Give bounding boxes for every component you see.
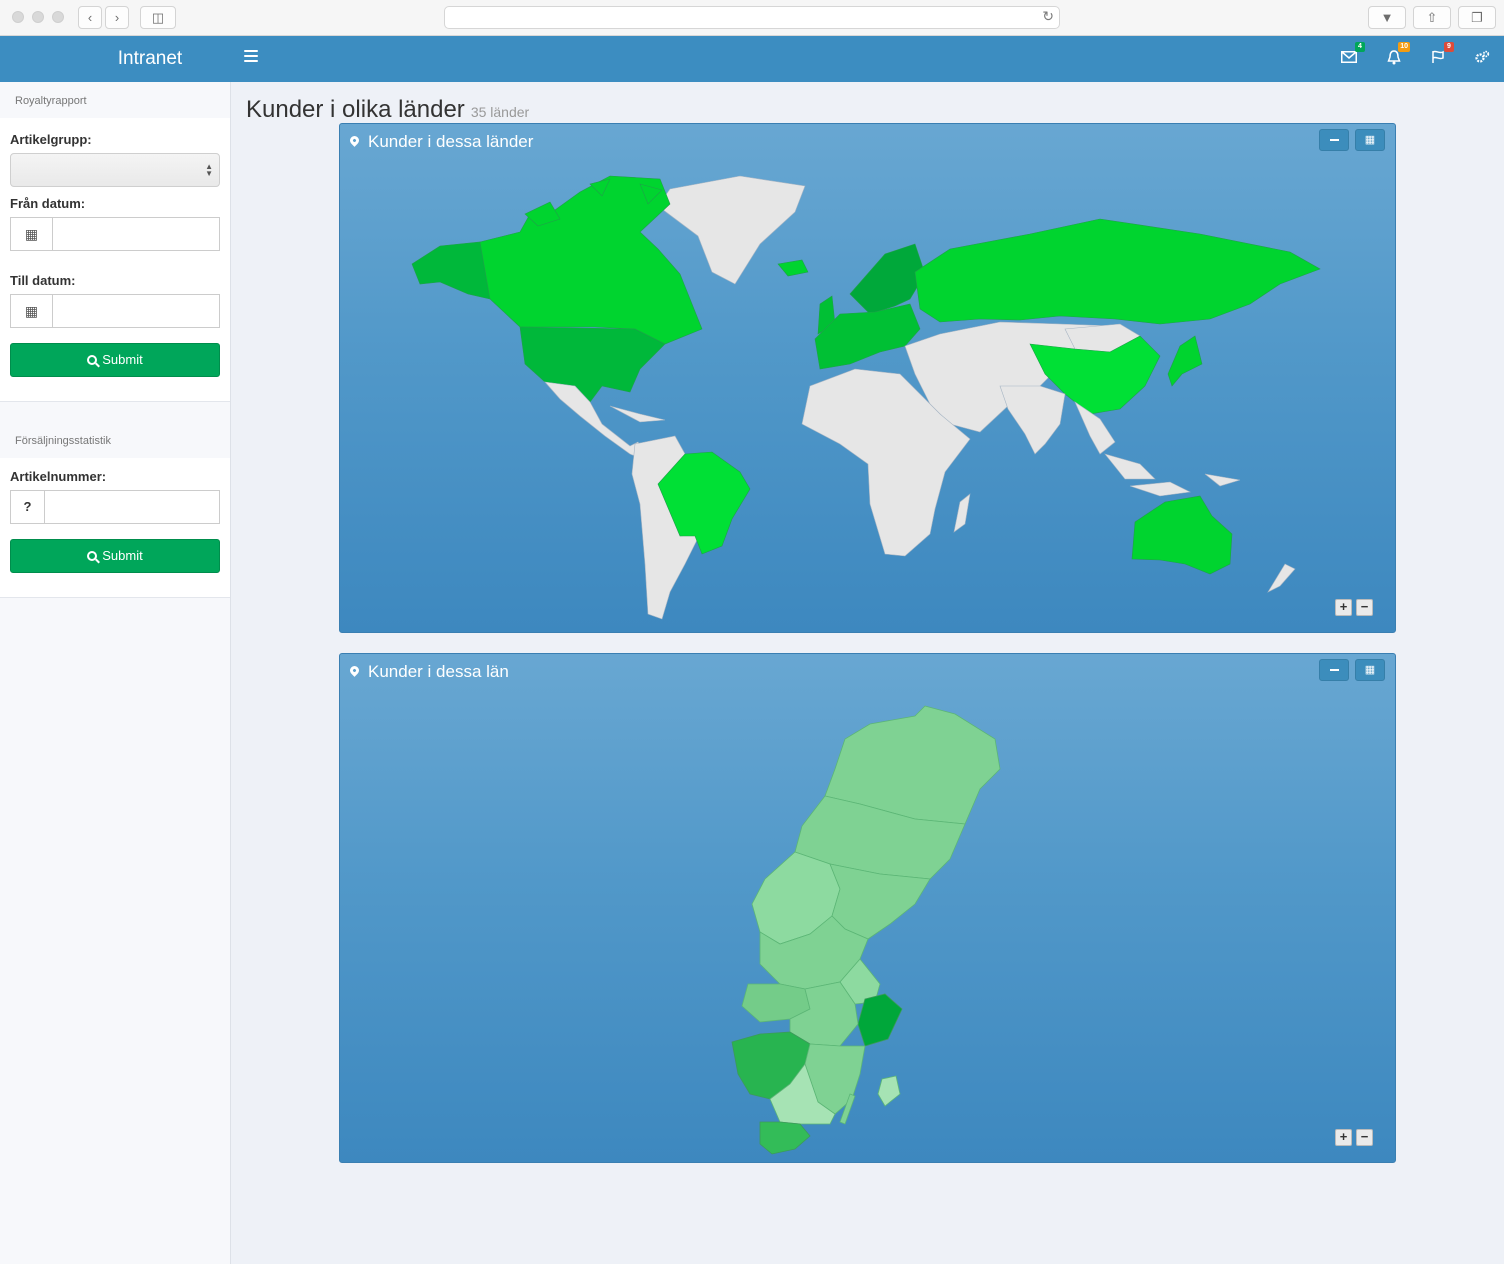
- share-icon[interactable]: ⇧: [1413, 6, 1451, 29]
- sales-section-heading: Försäljningsstatistik: [0, 422, 230, 458]
- page-title: Kunder i olika länder 35 länder: [246, 96, 530, 123]
- minus-icon: [1329, 669, 1339, 672]
- question-addon: ?: [10, 490, 44, 524]
- sales-submit-button[interactable]: Submit: [10, 539, 220, 573]
- county-skane: [759, 1121, 811, 1155]
- country-russia: [914, 218, 1321, 325]
- browser-toolbar: ‹ › ◫ ↻ ▼ ⇧ ❐: [0, 0, 1504, 36]
- window-maximize-dot[interactable]: [52, 11, 64, 23]
- fran-datum-label: Från datum:: [10, 196, 86, 211]
- artikelnummer-label: Artikelnummer:: [10, 469, 107, 484]
- search-icon: [87, 355, 98, 365]
- reload-icon[interactable]: ↻: [1042, 8, 1054, 25]
- collapse-button[interactable]: [1319, 659, 1349, 681]
- map-zoom-in-button[interactable]: +: [1335, 1129, 1352, 1146]
- flag-icon[interactable]: 9: [1428, 42, 1454, 67]
- fran-datum-input[interactable]: [52, 217, 220, 251]
- date-range-button[interactable]: ▦: [1355, 129, 1385, 151]
- country-alaska: [411, 241, 491, 300]
- royalty-form: Artikelgrupp: ▲ ▼ Från datum: ▦ Till datu…: [0, 118, 230, 402]
- page-subtitle: 35 länder: [470, 104, 530, 120]
- minus-icon: [1329, 139, 1339, 142]
- map-zoom-in-button[interactable]: +: [1335, 599, 1352, 616]
- country-canada: [479, 175, 703, 345]
- sales-form: Artikelnummer: ? Submit: [0, 458, 230, 598]
- country-scandinavia: [849, 243, 926, 315]
- collapse-button[interactable]: [1319, 129, 1349, 151]
- gears-icon[interactable]: [1472, 47, 1492, 67]
- notifications-badge: 10: [1398, 42, 1410, 52]
- date-range-button[interactable]: ▦: [1355, 659, 1385, 681]
- calendar-icon: ▦: [10, 294, 52, 328]
- till-datum-group: ▦: [10, 294, 220, 328]
- top-navbar: Intranet 4 10 9: [0, 36, 1504, 82]
- forward-arrow-icon[interactable]: ›: [105, 6, 129, 29]
- world-map[interactable]: [340, 124, 1396, 633]
- select-arrows-icon: ▲ ▼: [205, 162, 213, 178]
- sweden-map[interactable]: [340, 654, 1396, 1163]
- map-marker-icon: [348, 134, 361, 147]
- calendar-icon: ▦: [1364, 134, 1376, 146]
- country-india: [999, 385, 1066, 455]
- country-usa: [519, 326, 666, 403]
- bell-icon[interactable]: 10: [1384, 42, 1410, 67]
- artikelnummer-input[interactable]: [44, 490, 220, 524]
- sweden-map-box: Kunder i dessa län ▦ + −: [339, 653, 1396, 1163]
- envelope-icon[interactable]: 4: [1339, 42, 1365, 67]
- menu-toggle-icon[interactable]: [244, 50, 258, 64]
- country-madagascar: [953, 493, 971, 533]
- county-stockholm: [857, 993, 903, 1047]
- county-gotland: [877, 1075, 901, 1107]
- sidebar-toggle-icon[interactable]: ◫: [140, 6, 176, 29]
- flags-badge: 9: [1444, 42, 1454, 52]
- tabs-icon[interactable]: ❐: [1458, 6, 1496, 29]
- map-zoom-out-button[interactable]: −: [1356, 599, 1373, 616]
- artikelgrupp-label: Artikelgrupp:: [10, 132, 92, 147]
- calendar-icon: ▦: [10, 217, 52, 251]
- sidebar: Royaltyrapport Artikelgrupp: ▲ ▼ Från dat…: [0, 82, 231, 1264]
- artikelnummer-group: ?: [10, 490, 220, 524]
- map-zoom-out-button[interactable]: −: [1356, 1129, 1373, 1146]
- window-minimize-dot[interactable]: [32, 11, 44, 23]
- royalty-section-heading: Royaltyrapport: [0, 82, 230, 118]
- world-box-title: Kunder i dessa länder: [348, 132, 533, 152]
- search-icon: [87, 551, 98, 561]
- address-bar[interactable]: ↻: [444, 6, 1060, 29]
- world-map-box: Kunder i dessa länder ▦ + −: [339, 123, 1396, 633]
- fran-datum-group: ▦: [10, 217, 220, 251]
- sweden-box-title: Kunder i dessa län: [348, 662, 509, 682]
- royalty-submit-button[interactable]: Submit: [10, 343, 220, 377]
- back-arrow-icon[interactable]: ‹: [78, 6, 102, 29]
- till-datum-input[interactable]: [52, 294, 220, 328]
- artikelgrupp-select[interactable]: ▲ ▼: [10, 153, 220, 187]
- calendar-icon: ▦: [1364, 664, 1376, 676]
- window-close-dot[interactable]: [12, 11, 24, 23]
- country-new-zealand: [1267, 563, 1296, 593]
- messages-badge: 4: [1355, 42, 1365, 52]
- country-iceland: [777, 259, 809, 277]
- country-australia: [1131, 495, 1233, 575]
- country-japan: [1167, 335, 1203, 387]
- download-icon[interactable]: ▼: [1368, 6, 1406, 29]
- till-datum-label: Till datum:: [10, 273, 76, 288]
- country-southeast-asia: [1074, 401, 1156, 480]
- map-marker-icon: [348, 664, 361, 677]
- country-caribbean: [609, 405, 666, 423]
